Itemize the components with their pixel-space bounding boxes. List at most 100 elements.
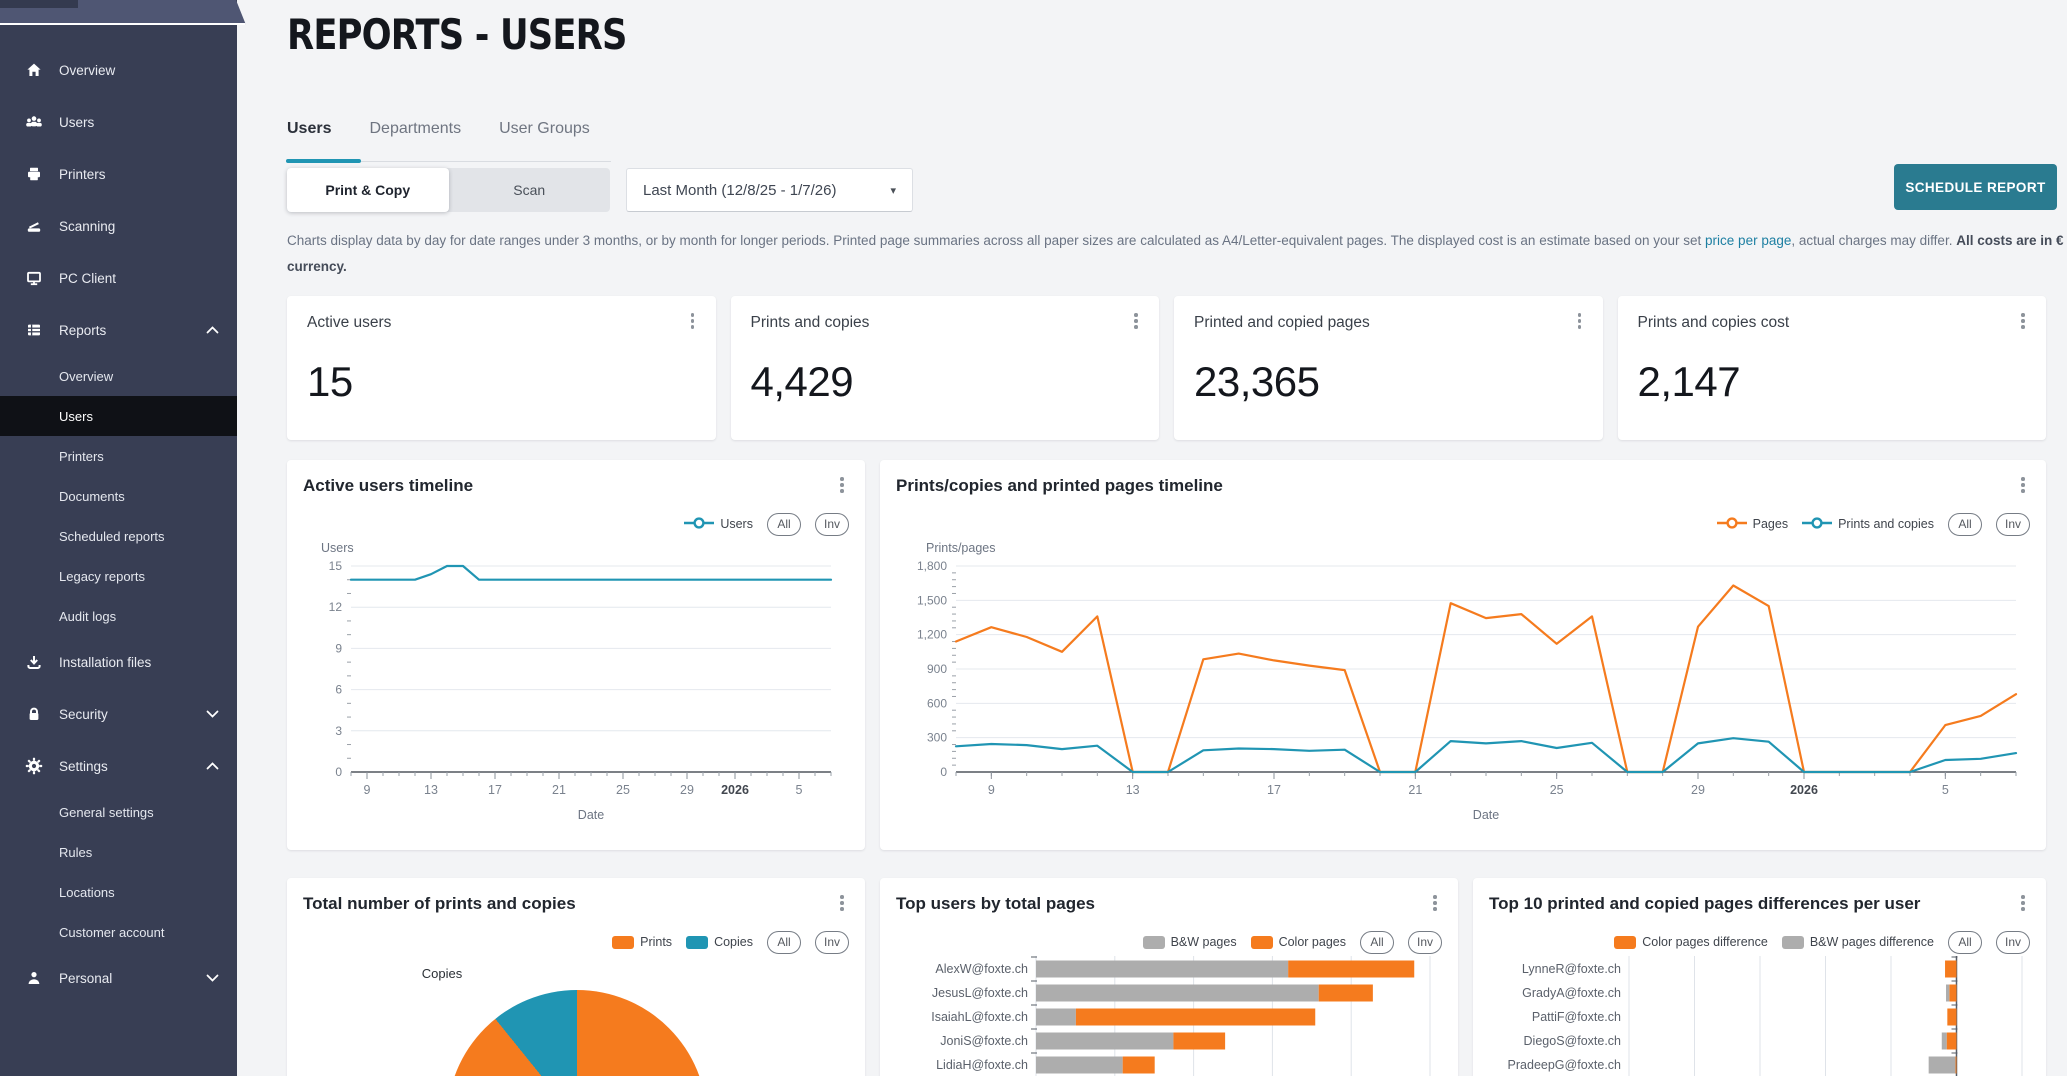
sidebar-item-personal[interactable]: Personal (0, 952, 237, 1004)
summary-card-value: 15 (307, 358, 353, 406)
legend-pill-inv[interactable]: Inv (1996, 931, 2030, 954)
svg-text:21: 21 (1408, 783, 1422, 797)
svg-text:9: 9 (335, 641, 342, 655)
sidebar-item-label: Personal (59, 971, 112, 986)
legend-pill-inv[interactable]: Inv (1408, 931, 1442, 954)
chevron-down-icon (206, 974, 219, 982)
sidebar-subitem-rules[interactable]: Rules (0, 832, 237, 872)
chart-card-total-prints-copies: Total number of prints and copies Prints… (287, 878, 865, 1076)
kebab-menu-icon[interactable] (686, 312, 700, 332)
sidebar-item-security[interactable]: Security (0, 688, 237, 740)
legend-swatch-icon (1251, 936, 1273, 949)
legend-item-prints[interactable]: Prints (612, 935, 672, 949)
chart-title: Top users by total pages (896, 894, 1442, 914)
tab-users[interactable]: Users (287, 120, 331, 154)
legend-item-b-w-pages[interactable]: B&W pages (1143, 935, 1237, 949)
sidebar-subitem-audit-logs[interactable]: Audit logs (0, 596, 237, 636)
sidebar-item-printers[interactable]: Printers (0, 148, 237, 200)
sidebar-item-label: Settings (59, 759, 108, 774)
svg-text:GradyA@foxte.ch: GradyA@foxte.ch (1522, 986, 1621, 1000)
legend-swatch-icon (612, 936, 634, 949)
description-text-2: , actual charges may differ. (1791, 233, 1956, 248)
tab-departments[interactable]: Departments (369, 120, 461, 154)
kebab-menu-icon[interactable] (1129, 312, 1143, 332)
kebab-menu-icon[interactable] (2016, 312, 2030, 332)
legend-pill-all[interactable]: All (1948, 513, 1982, 536)
legend-pill-all[interactable]: All (767, 513, 801, 536)
legend-item-users[interactable]: Users (684, 517, 753, 532)
legend-label: Color pages (1279, 935, 1346, 949)
kebab-menu-icon[interactable] (835, 476, 849, 496)
svg-text:PradeepG@foxte.ch: PradeepG@foxte.ch (1508, 1058, 1621, 1072)
legend-swatch-icon (1782, 936, 1804, 949)
sidebar-subitem-general-settings[interactable]: General settings (0, 792, 237, 832)
tab-user-groups[interactable]: User Groups (499, 120, 590, 154)
svg-text:29: 29 (1691, 783, 1705, 797)
legend-line-marker-icon (684, 517, 714, 532)
svg-text:21: 21 (552, 783, 566, 797)
kebab-menu-icon[interactable] (2016, 476, 2030, 496)
kebab-menu-icon[interactable] (2016, 894, 2030, 914)
schedule-report-button[interactable]: SCHEDULE REPORT (1894, 164, 2057, 210)
svg-text:6: 6 (335, 683, 342, 697)
svg-text:25: 25 (1550, 783, 1564, 797)
svg-text:AlexW@foxte.ch: AlexW@foxte.ch (935, 962, 1028, 976)
tab-bar: Users Departments User Groups (287, 120, 590, 154)
svg-text:1,500: 1,500 (917, 593, 947, 607)
chevron-up-icon (206, 326, 219, 334)
legend-item-b-w-pages-difference[interactable]: B&W pages difference (1782, 935, 1934, 949)
toggle-scan[interactable]: Scan (449, 168, 611, 212)
svg-text:9: 9 (988, 783, 995, 797)
svg-text:9: 9 (364, 783, 371, 797)
lock-icon (24, 705, 44, 723)
legend-label: Users (720, 517, 753, 531)
svg-text:300: 300 (927, 731, 947, 745)
toggle-print-copy[interactable]: Print & Copy (287, 168, 449, 212)
legend-pill-all[interactable]: All (1948, 931, 1982, 954)
sidebar-subitem-customer-account[interactable]: Customer account (0, 912, 237, 952)
summary-card-value: 23,365 (1194, 358, 1319, 406)
chevron-down-icon: ▾ (890, 184, 896, 197)
legend-pill-all[interactable]: All (1360, 931, 1394, 954)
kebab-menu-icon[interactable] (835, 894, 849, 914)
legend-label: Copies (714, 935, 753, 949)
date-range-dropdown[interactable]: Last Month (12/8/25 - 1/7/26) ▾ (626, 168, 913, 212)
summary-card-title: Printed and copied pages (1194, 314, 1583, 332)
sidebar-subitem-scheduled-reports[interactable]: Scheduled reports (0, 516, 237, 556)
sidebar-item-overview[interactable]: Overview (0, 44, 237, 96)
summary-card-title: Active users (307, 314, 696, 332)
sidebar-item-users[interactable]: Users (0, 96, 237, 148)
page-description: Charts display data by day for date rang… (287, 228, 2067, 280)
legend-pill-all[interactable]: All (767, 931, 801, 954)
kebab-menu-icon[interactable] (1428, 894, 1442, 914)
legend-pill-inv[interactable]: Inv (815, 513, 849, 536)
chart-title: Total number of prints and copies (303, 894, 849, 914)
sidebar-item-pc-client[interactable]: PC Client (0, 252, 237, 304)
legend-pill-inv[interactable]: Inv (1996, 513, 2030, 536)
sidebar-subitem-locations[interactable]: Locations (0, 872, 237, 912)
sidebar-item-settings[interactable]: Settings (0, 740, 237, 792)
sidebar-item-scanning[interactable]: Scanning (0, 200, 237, 252)
legend-pill-inv[interactable]: Inv (815, 931, 849, 954)
legend-item-prints-and-copies[interactable]: Prints and copies (1802, 517, 1934, 532)
price-per-page-link[interactable]: price per page (1705, 233, 1791, 248)
sidebar-subitem-printers[interactable]: Printers (0, 436, 237, 476)
sidebar-subitem-documents[interactable]: Documents (0, 476, 237, 516)
sidebar-item-installation-files[interactable]: Installation files (0, 636, 237, 688)
legend-item-copies[interactable]: Copies (686, 935, 753, 949)
legend-item-color-pages[interactable]: Color pages (1251, 935, 1346, 949)
sidebar-subitem-users[interactable]: Users (0, 396, 237, 436)
summary-cards-row: Active users15Prints and copies4,429Prin… (287, 296, 2046, 440)
legend-item-pages[interactable]: Pages (1717, 517, 1788, 532)
gear-icon (24, 757, 44, 775)
legend-label: Pages (1753, 517, 1788, 531)
chevron-down-icon (206, 710, 219, 718)
sidebar-item-label: PC Client (59, 271, 116, 286)
legend-item-color-pages-difference[interactable]: Color pages difference (1614, 935, 1768, 949)
sidebar-subitem-overview[interactable]: Overview (0, 356, 237, 396)
sidebar-item-reports[interactable]: Reports (0, 304, 237, 356)
sidebar-subitem-legacy-reports[interactable]: Legacy reports (0, 556, 237, 596)
kebab-menu-icon[interactable] (1573, 312, 1587, 332)
chart-card-top10-differences: Top 10 printed and copied pages differen… (1473, 878, 2046, 1076)
svg-text:0: 0 (335, 765, 342, 779)
